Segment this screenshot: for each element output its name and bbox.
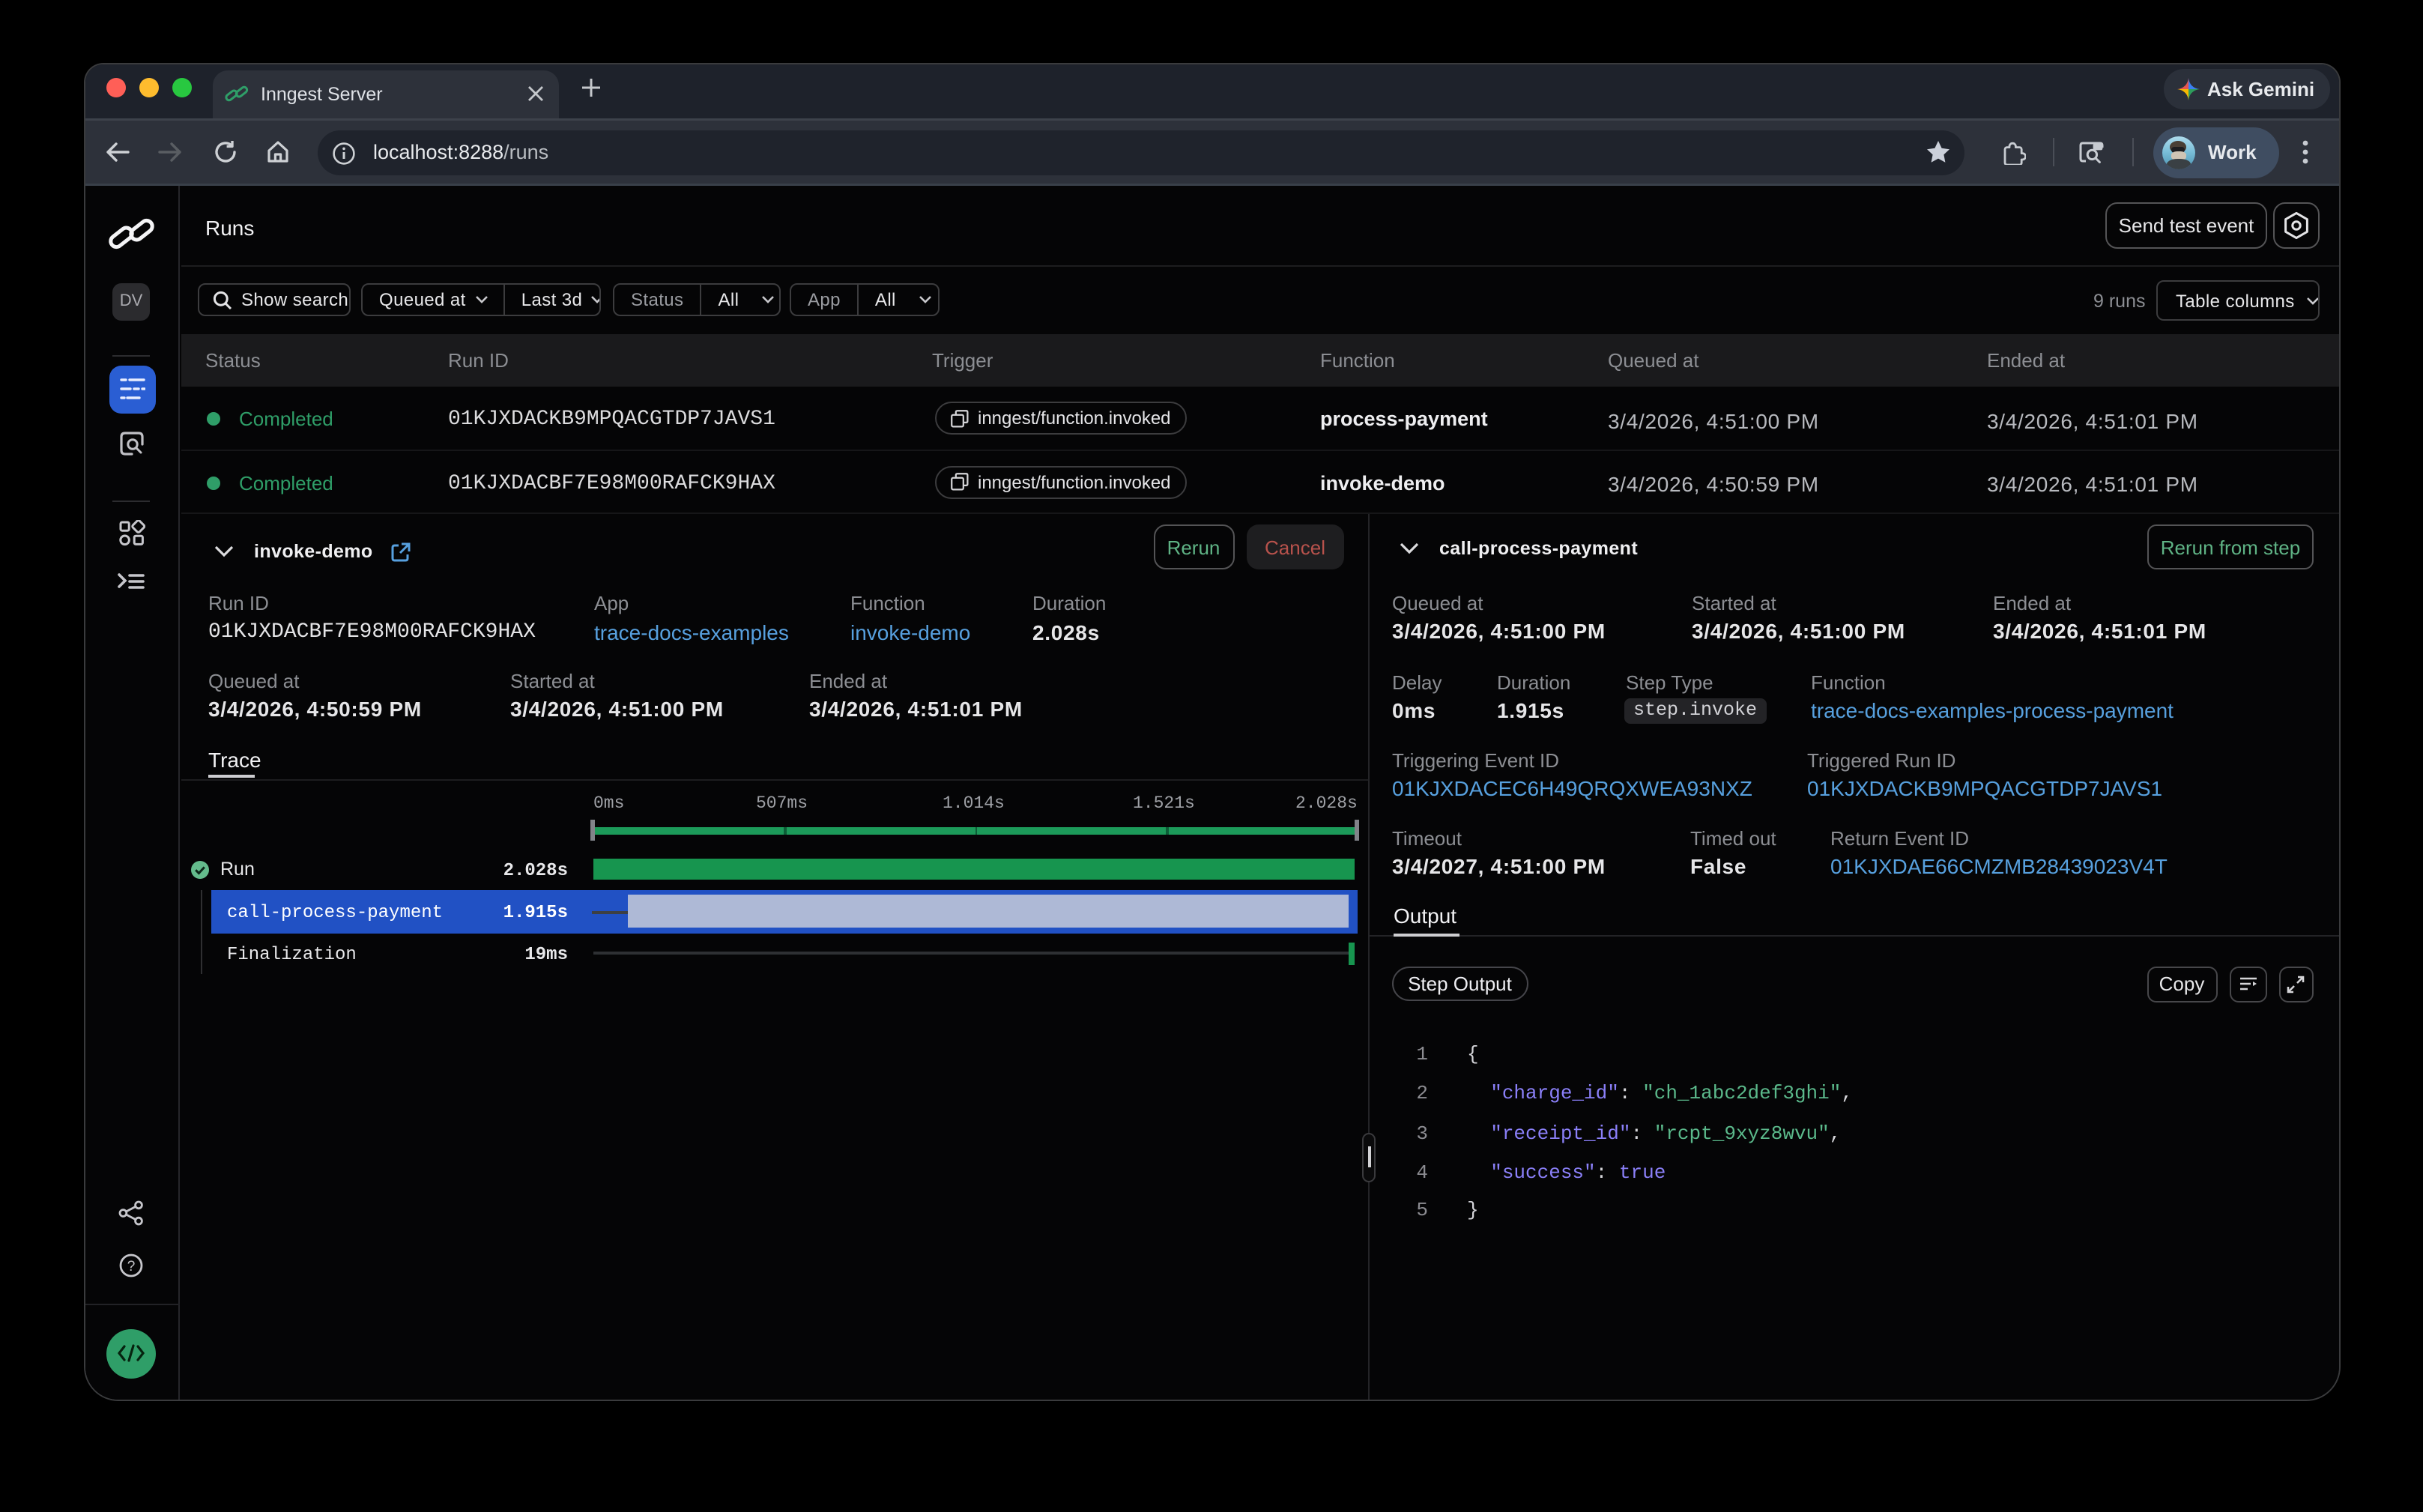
svg-text:?: ? (127, 1259, 136, 1274)
